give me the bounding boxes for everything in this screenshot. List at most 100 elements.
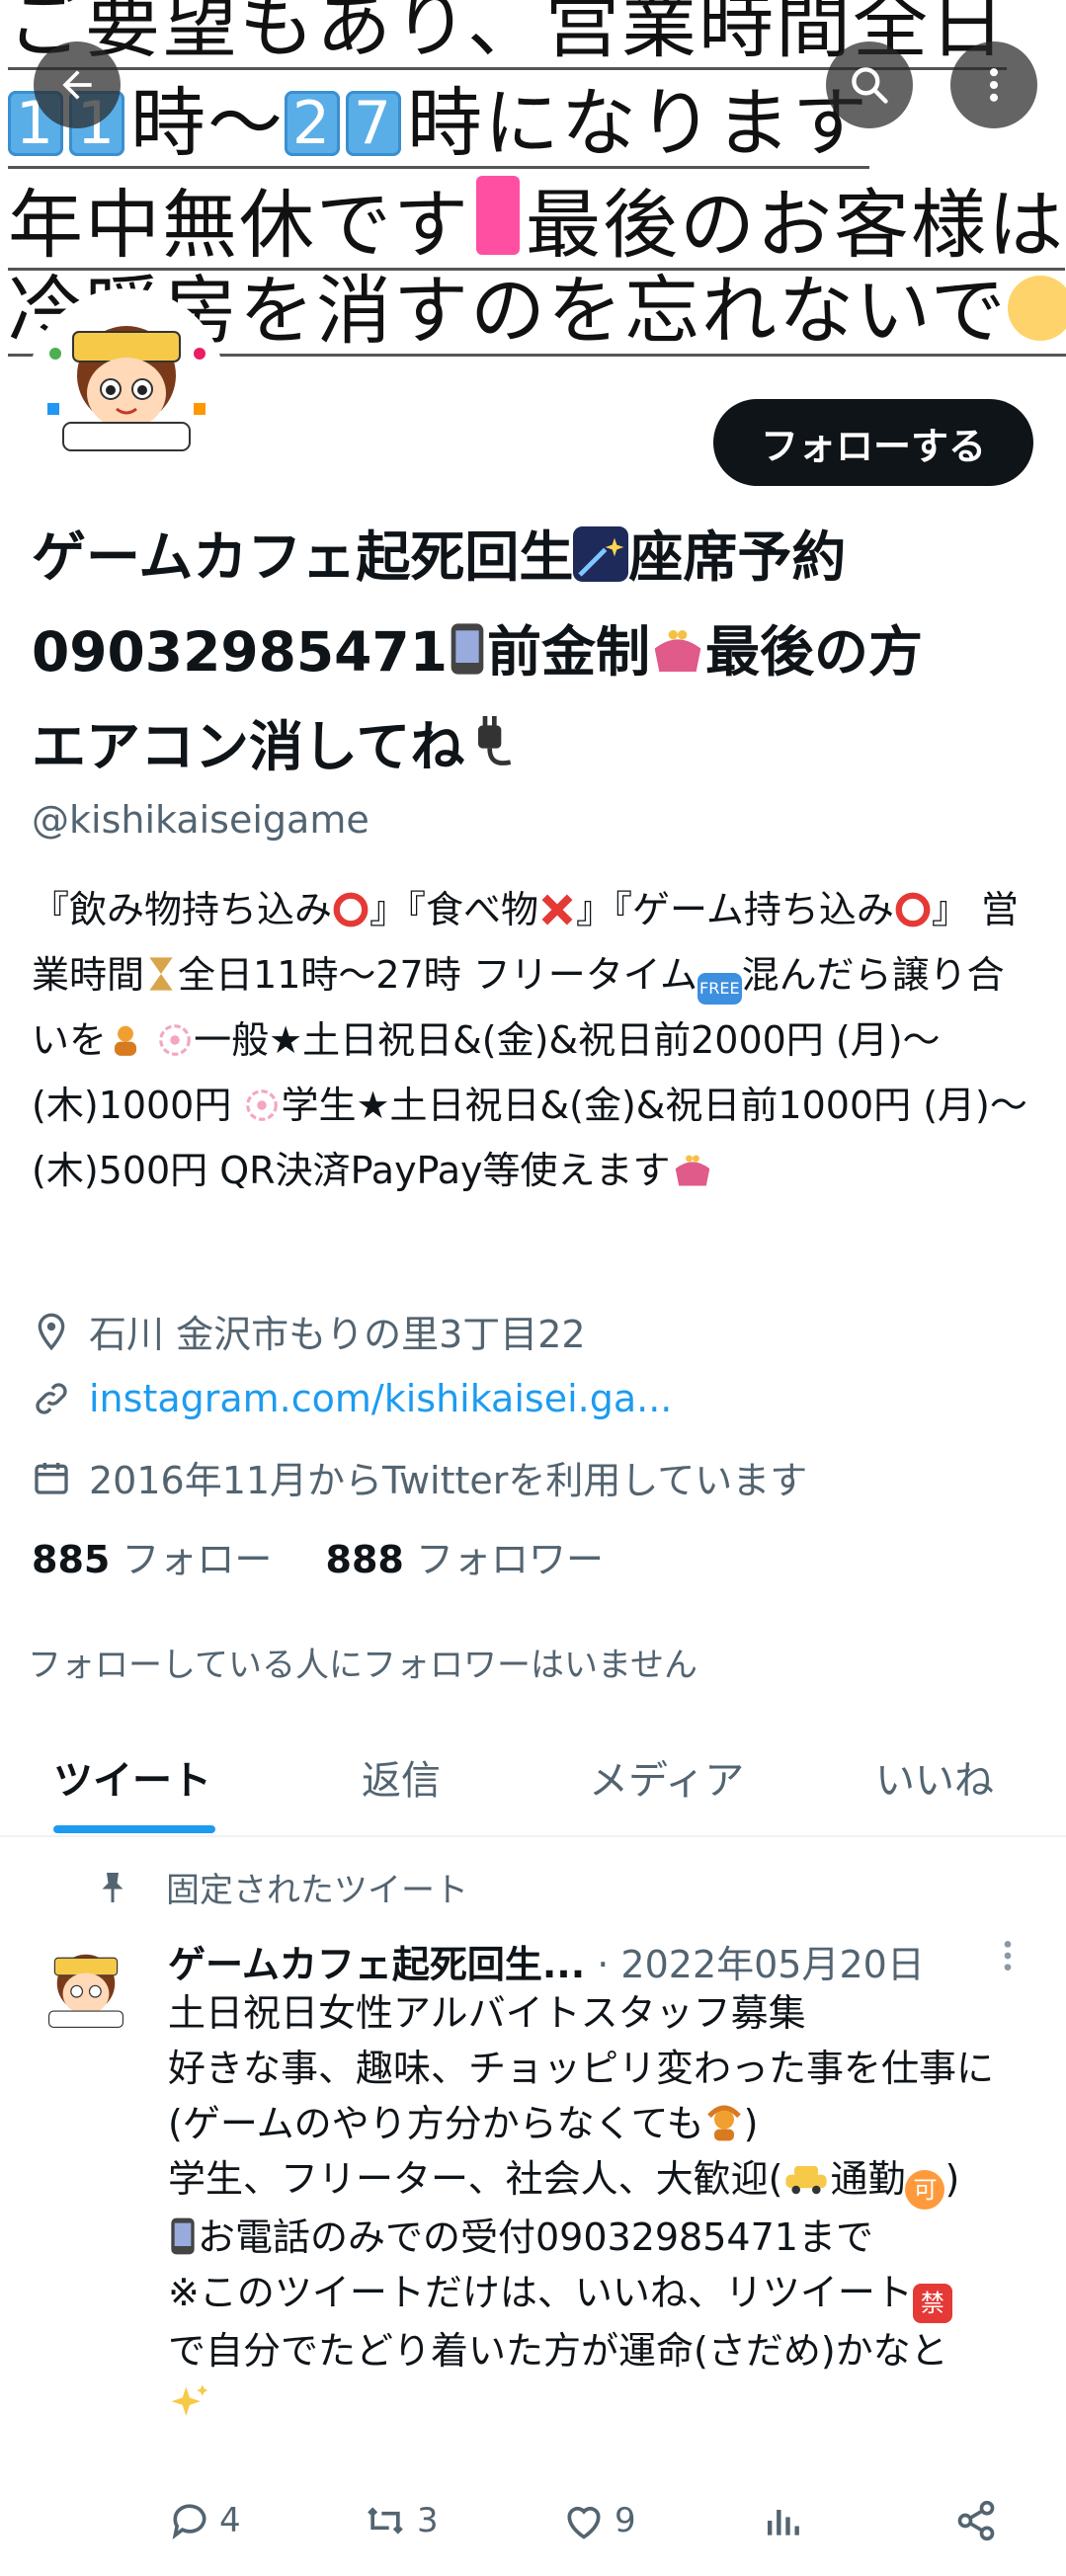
- cross-mark-icon: [541, 894, 573, 926]
- heart-icon: [567, 2506, 601, 2539]
- tweet-text-part: で自分でたどり着いた方が運命(さだめ)かなと: [168, 2329, 948, 2373]
- analytics-icon: [767, 2510, 799, 2536]
- tweet-header: ゲームカフェ起死回生... · 2022年05月20日: [168, 1934, 925, 1988]
- tab-media[interactable]: メディア: [589, 1748, 744, 1806]
- tab-tweets[interactable]: ツイート: [53, 1748, 211, 1806]
- mobile-phone-icon: [451, 623, 484, 675]
- name-text: 前金制: [486, 620, 650, 684]
- name-text: 座席予約: [628, 525, 847, 589]
- bowing-person-icon: [114, 1025, 137, 1056]
- electric-plug-icon: [478, 716, 512, 765]
- pinned-label: 固定されたツイート: [166, 1871, 468, 1910]
- red-circle-icon: [333, 892, 369, 927]
- back-button[interactable]: [34, 41, 121, 128]
- calendar-icon: [35, 1462, 68, 1494]
- reply-button[interactable]: 4: [168, 2499, 241, 2542]
- more-button[interactable]: [950, 41, 1037, 128]
- banner-text: 年中無休です: [8, 181, 470, 269]
- tweet-more-button[interactable]: [998, 1936, 1018, 1985]
- taxi-icon: [785, 2166, 828, 2195]
- like-count: 9: [615, 2501, 636, 2540]
- followers-label: フォロワー: [415, 1538, 604, 1581]
- share-button[interactable]: [954, 2499, 1006, 2542]
- tweet-author-name[interactable]: ゲームカフェ起死回生...: [168, 1943, 585, 1986]
- keycap-digit: 2: [285, 91, 340, 156]
- game-cafe-logo-icon: [33, 1937, 139, 2044]
- followers-link[interactable]: 888 フォロワー: [326, 1538, 604, 1581]
- search-icon: [852, 67, 888, 104]
- tweet-text-part: 通勤: [830, 2157, 906, 2201]
- tweet-text-part: ): [944, 2157, 960, 2201]
- shooting-star-icon: [573, 526, 629, 582]
- profile-website[interactable]: instagram.com/kishikaisei.ga...: [32, 1377, 672, 1420]
- active-tab-indicator: [53, 1825, 215, 1833]
- like-button[interactable]: 9: [561, 2499, 636, 2542]
- bio-text: 』『ゲーム持ち込み: [576, 888, 894, 931]
- reply-count: 4: [219, 2501, 241, 2540]
- profile-tabs: ツイート 返信 メディア いいね: [0, 1719, 1066, 1837]
- followers-count: 888: [325, 1538, 404, 1581]
- profile-bio: 『飲み物持ち込み 』『食べ物 』『ゲーム持ち込み』 営業時間 全日11時〜27時 フリ…: [32, 877, 1039, 1203]
- joined-text: 2016年11月からTwitterを利用しています: [89, 1459, 808, 1502]
- name-text: 最後の方: [704, 620, 923, 684]
- link-icon: [36, 1383, 67, 1414]
- analytics-button[interactable]: [761, 2499, 812, 2542]
- following-link[interactable]: 885 フォロー: [32, 1538, 272, 1581]
- bio-text: 』『食べ物: [369, 888, 539, 931]
- more-vertical-icon: [1004, 1941, 1012, 1971]
- woman-gesturing-ok-icon: [706, 2105, 741, 2141]
- name-text: ゲームカフェ起死回生: [32, 525, 574, 589]
- tweet-text: 土日祝日女性アルバイトスタッフ募集 好きな事、趣味、チョッピリ変わった事を仕事に…: [168, 1985, 1037, 2434]
- search-button[interactable]: [826, 41, 913, 128]
- banner-line-2: 11時〜27時になります: [8, 81, 869, 169]
- pinned-tweet-header: 固定されたツイート: [95, 1863, 468, 1911]
- hourglass-icon: [149, 957, 173, 991]
- tweet-author-avatar[interactable]: [32, 1936, 140, 2045]
- user-handle: @kishikaiseigame: [32, 798, 369, 842]
- tweet-date[interactable]: · 2022年05月20日: [585, 1943, 925, 1986]
- keycap-digit: 7: [346, 91, 401, 156]
- tab-likes[interactable]: いいね: [875, 1748, 994, 1806]
- pin-icon: [102, 1872, 123, 1902]
- profile-joined: 2016年11月からTwitterを利用しています: [32, 1450, 807, 1504]
- bio-text: 『飲み物持ち込み: [32, 888, 333, 931]
- ka-badge-icon: 可: [905, 2170, 945, 2210]
- retweet-icon: [368, 2507, 403, 2535]
- follow-button[interactable]: フォローする: [713, 399, 1033, 486]
- bio-text: 全日11時〜27時 フリータイム: [178, 953, 698, 997]
- display-name: ゲームカフェ起死回生 座席予約 09032985471 前金制 最後の方 エアコン消し…: [32, 510, 1039, 794]
- share-icon: [957, 2500, 995, 2541]
- profile-location: 石川 金沢市もりの里3丁目22: [32, 1304, 586, 1358]
- mobile-phone-icon: [171, 2217, 195, 2255]
- more-vertical-icon: [989, 68, 999, 102]
- arrow-left-icon: [62, 70, 92, 100]
- profile-avatar[interactable]: [28, 288, 225, 486]
- name-text: エアコン消してね: [32, 715, 465, 778]
- tweet-text-part: お電話のみでの受付09032985471まで ※このツイートだけは、いいね、リツ…: [168, 2215, 913, 2314]
- sparkles-icon: [171, 2384, 208, 2416]
- pleading-face-icon: [1007, 276, 1066, 341]
- retweet-button[interactable]: 3: [362, 2499, 439, 2542]
- banner-text: 時〜: [130, 79, 285, 167]
- location-text: 石川 金沢市もりの里3丁目22: [89, 1313, 586, 1356]
- website-link[interactable]: instagram.com/kishikaisei.ga...: [89, 1377, 672, 1420]
- location-pin-icon: [38, 1313, 65, 1350]
- name-text: 09032985471: [32, 620, 448, 684]
- reply-icon: [172, 2504, 206, 2540]
- game-cafe-logo-icon: [36, 296, 217, 478]
- tweet-text-part: 土日祝日女性アルバイトスタッフ募集 好きな事、趣味、チョッピリ変わった事を仕事に…: [168, 1991, 995, 2145]
- hourglass-icon: [476, 176, 520, 255]
- banner-text: 最後のお客様は: [526, 181, 1065, 269]
- free-badge-icon: FREE: [697, 973, 742, 1005]
- purse-icon: [675, 1155, 709, 1186]
- white-flower-icon: [246, 1089, 279, 1121]
- purse-icon: [654, 630, 701, 672]
- tab-replies[interactable]: 返信: [362, 1748, 441, 1806]
- banner-text: 時になります: [407, 79, 869, 167]
- following-count: 885: [32, 1538, 111, 1581]
- follow-counts: 885 フォロー 888 フォロワー: [32, 1529, 604, 1583]
- white-flower-icon: [159, 1024, 191, 1056]
- following-label: フォロー: [122, 1538, 273, 1581]
- no-mutual-followers-text: フォローしている人にフォロワーはいません: [28, 1646, 697, 1685]
- banner-line-3: 年中無休です 最後のお客様は: [8, 176, 1065, 271]
